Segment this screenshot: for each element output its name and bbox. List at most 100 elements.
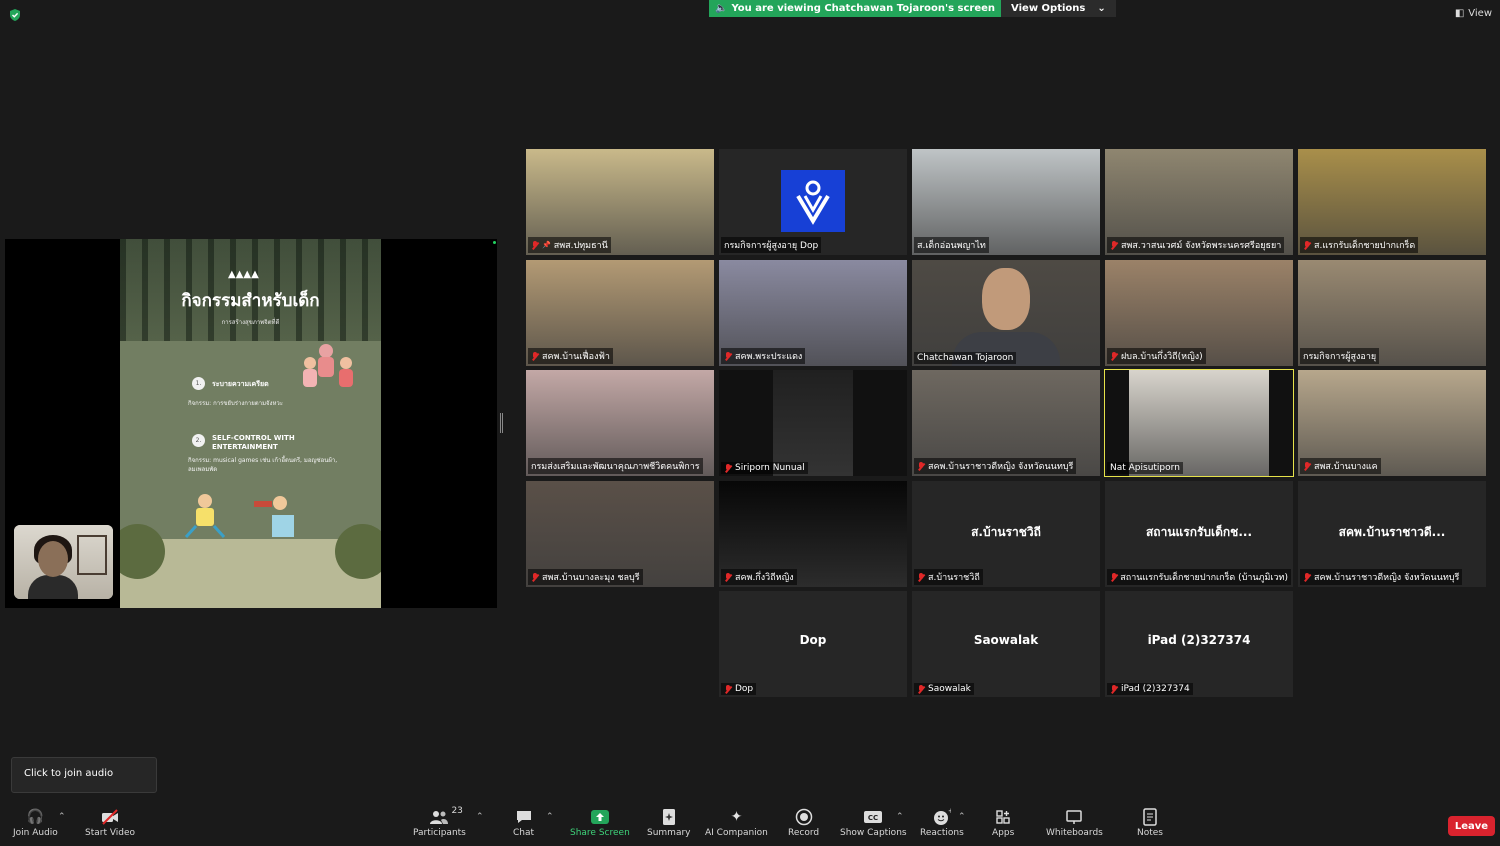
captions-caret[interactable]: ⌃ (896, 812, 904, 822)
ai-companion-button[interactable]: ✦ AI Companion (705, 808, 768, 838)
record-button[interactable]: Record (788, 808, 819, 838)
participant-name-tag: ฝบล.บ้านกึ่งวิถี(หญิง) (1107, 348, 1206, 364)
participant-tile[interactable]: สพส.วาสนเวศม์ จังหวัดพระนครศรีอยุธยา (1105, 149, 1293, 255)
view-options-button[interactable]: View Options ⌄ (1001, 0, 1116, 17)
participant-tile[interactable]: Saowalak Saowalak (912, 591, 1100, 697)
item-text: กิจกรรม: musical games เช่น เก้าอี้ดนตรี… (188, 457, 338, 473)
mic-muted-icon (917, 684, 925, 694)
apps-button[interactable]: Apps (992, 808, 1014, 838)
participant-name: iPad (2)327374 (1121, 684, 1190, 694)
reactions-caret[interactable]: ⌃ (958, 812, 966, 822)
svg-text:+: + (948, 808, 951, 815)
participant-tile[interactable]: Dop Dop (719, 591, 907, 697)
share-screen-label: Share Screen (570, 828, 630, 838)
chat-icon (514, 808, 534, 826)
panel-splitter[interactable] (500, 413, 503, 433)
participant-tile[interactable]: Chatchawan Tojaroon (912, 260, 1100, 366)
chevron-down-icon: ⌄ (1097, 3, 1106, 14)
chat-caret[interactable]: ⌃ (546, 812, 554, 822)
participant-display-name: สคพ.บ้านราชาวดี... (1338, 525, 1446, 539)
captions-icon: CC (863, 808, 883, 826)
participant-name-tag: สคพ.พระประแดง (721, 348, 806, 364)
participants-button[interactable]: 23 Participants (413, 806, 466, 838)
slide-body: 1. ระบายความเครียด กิจกรรม: การขยับร่างก… (120, 341, 381, 539)
participant-tile[interactable]: Siriporn Nunual (719, 370, 907, 476)
participant-name: กรมส่งเสริมและพัฒนาคุณภาพชีวิตคนพิการ (531, 462, 700, 472)
mic-muted-icon (531, 240, 539, 250)
participant-name: สคพ.กึ่งวิถีหญิง (735, 573, 794, 583)
view-button[interactable]: ◧ View (1455, 8, 1492, 19)
whiteboards-label: Whiteboards (1046, 828, 1103, 838)
mic-muted-icon (1110, 684, 1118, 694)
chat-button[interactable]: Chat (513, 808, 534, 838)
participant-name-tag: กรมกิจการผู้สูงอายุ (1300, 348, 1380, 364)
participant-name: Siriporn Nunual (735, 463, 805, 473)
chat-label: Chat (513, 828, 535, 838)
participant-tile[interactable]: สถานแรกรับเด็กช... สถานแรกรับเด็กชายปากเก… (1105, 481, 1293, 587)
participant-tile[interactable]: สพส.บ้านบางแค (1298, 370, 1486, 476)
summary-button[interactable]: Summary (647, 808, 691, 838)
participants-count: 23 (451, 806, 463, 816)
whiteboards-button[interactable]: Whiteboards (1046, 808, 1103, 838)
participant-name: กรมกิจการผู้สูงอายุ (1303, 352, 1377, 362)
participant-tile[interactable]: สพส.บ้านบางละมุง ชลบุรี (526, 481, 714, 587)
audio-options-caret[interactable]: ⌃ (58, 812, 66, 822)
smiley-icon: + (932, 808, 952, 826)
participant-tile[interactable]: ฝบล.บ้านกึ่งวิถี(หญิง) (1105, 260, 1293, 366)
participant-name-tag: Siriporn Nunual (721, 462, 808, 474)
participant-tile[interactable]: สคพ.บ้านราชาวดีหญิง จังหวัดนนทบุรี (912, 370, 1100, 476)
share-screen-button[interactable]: Share Screen (570, 808, 630, 838)
participant-name-tag: สคพ.กึ่งวิถีหญิง (721, 569, 797, 585)
participant-name-tag: Chatchawan Tojaroon (914, 352, 1017, 364)
viewing-text: You are viewing Chatchawan Tojaroon's sc… (731, 3, 996, 14)
shared-screen[interactable]: ▲▲▲▲ กิจกรรมสำหรับเด็ก การสร้างสุขภาพจิต… (5, 239, 497, 608)
participant-display-name: iPad (2)327374 (1147, 633, 1251, 647)
participant-tile[interactable]: กรมกิจการผู้สูงอายุ Dop (719, 149, 907, 255)
participant-name: ส.เด็กอ่อนพญาไท (917, 241, 986, 251)
leave-button[interactable]: Leave (1448, 816, 1495, 836)
start-video-button[interactable]: Start Video (85, 808, 135, 838)
participant-name-tag: iPad (2)327374 (1107, 683, 1193, 695)
self-video-thumbnail[interactable] (14, 525, 113, 599)
participant-tile[interactable]: 📌 สพส.ปทุมธานี (526, 149, 714, 255)
participants-caret[interactable]: ⌃ (476, 812, 484, 822)
participant-tile[interactable]: ส.บ้านราชวิถี ส.บ้านราชวิถี (912, 481, 1100, 587)
participant-video (719, 370, 907, 476)
mic-muted-icon (724, 684, 732, 694)
svg-text:CC: CC (868, 814, 878, 822)
participant-name: สพส.ปทุมธานี (553, 241, 608, 251)
participant-name-tag: สคพ.บ้านราชาวดีหญิง จังหวัดนนทบุรี (914, 458, 1077, 474)
notes-button[interactable]: Notes (1137, 808, 1163, 838)
participant-tile[interactable]: ส.แรกรับเด็กชายปากเกร็ด (1298, 149, 1486, 255)
item-text: กิจกรรม: การขยับร่างกายตามจังหวะ (188, 400, 284, 407)
item-number: 1. (192, 377, 205, 390)
participant-display-name: สถานแรกรับเด็กช... (1145, 525, 1253, 539)
participant-tile[interactable]: สคพ.บ้านราชาวดี... สคพ.บ้านราชาวดีหญิง จั… (1298, 481, 1486, 587)
participant-name-tag: สคพ.บ้านราชาวดีหญิง จังหวัดนนทบุรี (1300, 569, 1463, 585)
participant-name: สคพ.บ้านราชาวดีหญิง จังหวัดนนทบุรี (1314, 573, 1460, 583)
security-shield-icon[interactable] (8, 8, 22, 22)
mic-muted-icon (531, 351, 539, 361)
participant-name: ฝบล.บ้านกึ่งวิถี(หญิง) (1121, 352, 1203, 362)
playing-kids-illustration (184, 494, 294, 539)
participant-tile[interactable]: iPad (2)327374 iPad (2)327374 (1105, 591, 1293, 697)
participant-name: สถานแรกรับเด็กชายปากเกร็ด (บ้านภูมิเวท) (1120, 573, 1288, 583)
participant-tile[interactable]: สคพ.พระประแดง (719, 260, 907, 366)
share-arrow-icon (590, 810, 609, 824)
notes-label: Notes (1137, 828, 1163, 838)
participant-tile[interactable]: Nat Apisutiporn (1104, 369, 1294, 477)
join-audio-button[interactable]: 🎧 Join Audio (13, 808, 58, 838)
top-bar: 🔈 You are viewing Chatchawan Tojaroon's … (0, 0, 1500, 22)
join-audio-tooltip[interactable]: Click to join audio (11, 757, 157, 793)
participant-name-tag: ส.บ้านราชวิถี (914, 569, 983, 585)
presentation-slide: ▲▲▲▲ กิจกรรมสำหรับเด็ก การสร้างสุขภาพจิต… (120, 239, 381, 608)
participant-tile[interactable]: สคพ.บ้านเฟื่องฟ้า (526, 260, 714, 366)
whiteboard-icon (1064, 808, 1084, 826)
participant-tile[interactable]: ส.เด็กอ่อนพญาไท (912, 149, 1100, 255)
apps-label: Apps (992, 828, 1015, 838)
participant-tile[interactable]: กรมส่งเสริมและพัฒนาคุณภาพชีวิตคนพิการ (526, 370, 714, 476)
letterbox (1269, 370, 1293, 476)
participant-tile[interactable]: กรมกิจการผู้สูงอายุ (1298, 260, 1486, 366)
participant-tile[interactable]: สคพ.กึ่งวิถีหญิง (719, 481, 907, 587)
dop-logo-icon (781, 170, 845, 232)
